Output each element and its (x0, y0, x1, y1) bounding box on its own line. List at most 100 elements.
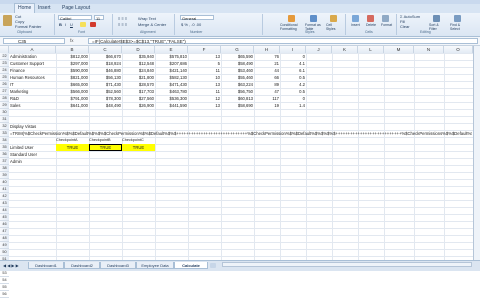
row-header[interactable]: 40 (0, 179, 9, 186)
formula-text-cell[interactable]: =TRIM(%$CheckPermission%$%$Default%$%$%$… (10, 130, 472, 137)
row-header[interactable]: 50 (0, 249, 9, 256)
value-cell[interactable]: $56,750 (221, 88, 253, 95)
row-header[interactable]: 27 (0, 88, 9, 95)
checkpoint-header[interactable]: CheckpointC (122, 137, 155, 144)
department-cell[interactable]: Administration (10, 53, 55, 60)
column-header[interactable]: K (332, 46, 358, 53)
row-header[interactable]: 28 (0, 95, 9, 102)
value-cell[interactable]: $17,703 (122, 88, 154, 95)
column-header[interactable]: I (280, 46, 306, 53)
row-header[interactable]: 30 (0, 109, 9, 116)
column-header[interactable]: H (254, 46, 280, 53)
row-header[interactable]: 47 (0, 228, 9, 235)
value-cell[interactable]: 11 (188, 67, 220, 74)
value-cell[interactable]: $821,000 (56, 74, 88, 81)
wrap-text-button[interactable]: Wrap Text (138, 16, 156, 21)
value-cell[interactable]: $21,800 (122, 74, 154, 81)
tab-insert[interactable]: Insert (38, 4, 51, 13)
number-format-select[interactable]: General (180, 15, 214, 21)
value-cell[interactable]: 10 (188, 74, 220, 81)
display-label[interactable]: Display Vistas (10, 123, 90, 130)
value-cell[interactable]: $66,670 (89, 53, 121, 60)
cell-styles-icon[interactable] (330, 15, 337, 22)
department-cell[interactable]: Human Resources (10, 74, 55, 81)
value-cell[interactable]: $297,000 (56, 60, 88, 67)
user-type-label[interactable]: Admin (10, 158, 55, 165)
value-cell[interactable]: $665,000 (56, 81, 88, 88)
sheet-tab-active[interactable]: Calculate (174, 262, 208, 269)
value-cell[interactable]: $582,130 (155, 74, 187, 81)
value-cell[interactable]: 13 (188, 53, 220, 60)
value-cell[interactable]: 21 (254, 60, 279, 67)
font-color-icon[interactable] (90, 22, 96, 27)
format-as-table-icon[interactable] (310, 15, 317, 22)
value-cell[interactable]: $641,000 (56, 102, 88, 109)
value-cell[interactable]: 13 (188, 81, 220, 88)
row-header[interactable]: 34 (0, 137, 9, 144)
department-cell[interactable]: Marketing (10, 88, 55, 95)
value-cell[interactable]: $60,813 (221, 95, 253, 102)
horizontal-scrollbar[interactable] (222, 262, 472, 267)
row-header[interactable]: 32 (0, 123, 9, 130)
value-cell[interactable]: $590,000 (56, 67, 88, 74)
row-header[interactable]: 36 (0, 151, 9, 158)
checkpoint-header[interactable]: CheckpointB (89, 137, 122, 144)
value-cell[interactable]: $58,690 (221, 102, 253, 109)
row-header[interactable]: 46 (0, 221, 9, 228)
value-cell[interactable]: 76 (254, 53, 279, 60)
select-all-corner[interactable] (0, 46, 9, 53)
value-cell[interactable]: $26,900 (122, 102, 154, 109)
value-cell[interactable]: 6.1 (280, 67, 305, 74)
tab-page-layout[interactable]: Page Layout (62, 4, 90, 13)
row-header[interactable]: 42 (0, 193, 9, 200)
formula-input[interactable]: =IF(Calculate!$E$3>=$C$13,"TRUE","FALSE"… (88, 38, 478, 44)
user-type-label[interactable]: Standard User (10, 151, 55, 158)
row-header[interactable]: 41 (0, 186, 9, 193)
format-cells-icon[interactable] (382, 15, 389, 22)
column-header[interactable]: L (358, 46, 384, 53)
value-cell[interactable]: 1.4 (280, 102, 305, 109)
value-cell[interactable]: $56,130 (89, 74, 121, 81)
value-cell[interactable]: $48,490 (89, 102, 121, 109)
row-header[interactable]: 29 (0, 102, 9, 109)
value-cell[interactable]: 4.2 (280, 81, 305, 88)
value-cell[interactable]: $63,224 (221, 81, 253, 88)
department-cell[interactable]: Sales (10, 102, 55, 109)
value-cell[interactable]: $12,548 (122, 60, 154, 67)
row-header[interactable]: 38 (0, 165, 9, 172)
value-cell[interactable]: $441,590 (155, 102, 187, 109)
value-cell[interactable]: 44 (254, 67, 279, 74)
value-cell[interactable]: $58,490 (221, 60, 253, 67)
value-cell[interactable]: $71,430 (89, 81, 121, 88)
name-box[interactable]: C35 (3, 38, 65, 44)
column-header[interactable]: O (444, 46, 473, 53)
row-header[interactable]: 25 (0, 74, 9, 81)
value-cell[interactable]: $18,924 (89, 60, 121, 67)
find-select-icon[interactable] (454, 15, 461, 22)
value-cell[interactable]: $53,460 (221, 67, 253, 74)
conditional-formatting-icon[interactable] (288, 15, 295, 22)
format-cells-button[interactable]: Format (381, 23, 392, 28)
column-header[interactable]: N (414, 46, 444, 53)
font-size-select[interactable]: 11 (94, 15, 104, 21)
column-header[interactable]: D (122, 46, 155, 53)
tab-home[interactable]: Home (14, 3, 36, 13)
value-cell[interactable]: $27,560 (122, 95, 154, 102)
value-cell[interactable]: 0.5 (280, 74, 305, 81)
value-cell[interactable]: $421,140 (155, 67, 187, 74)
value-cell[interactable]: $207,686 (155, 60, 187, 67)
clear-button[interactable]: Clear (400, 24, 410, 29)
row-header[interactable]: 26 (0, 81, 9, 88)
column-header[interactable]: M (384, 46, 414, 53)
value-cell[interactable]: $55,460 (221, 74, 253, 81)
number-format-icons[interactable]: $ % , .0 .00 (181, 22, 201, 27)
underline-icon[interactable]: U (70, 22, 73, 27)
row-header[interactable]: 22 (0, 53, 9, 60)
column-header[interactable]: A (9, 46, 56, 53)
value-cell[interactable]: $46,880 (89, 67, 121, 74)
value-cell[interactable]: $575,810 (155, 53, 187, 60)
value-cell[interactable]: $52,560 (89, 88, 121, 95)
column-header[interactable]: G (221, 46, 254, 53)
row-header[interactable]: 37 (0, 158, 9, 165)
row-header[interactable]: 45 (0, 214, 9, 221)
